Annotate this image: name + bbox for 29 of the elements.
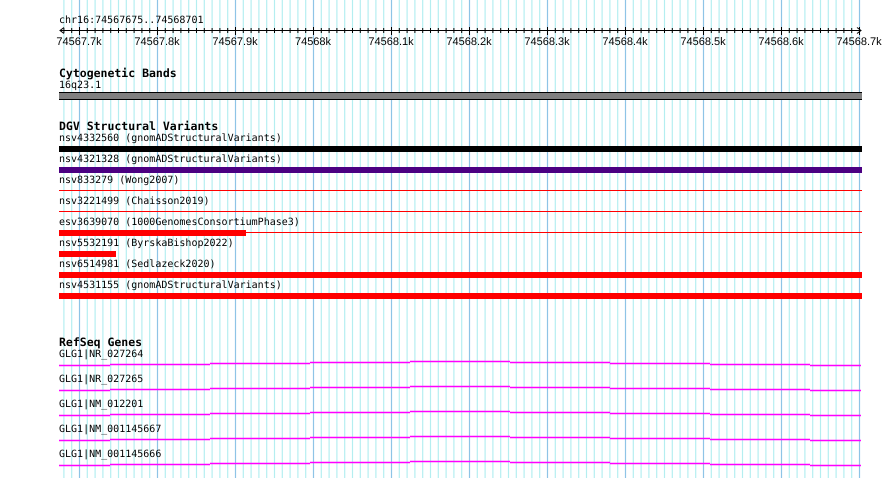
ruler-tick-label: 74567.9k [212, 36, 258, 48]
variant-label: nsv3221499 (Chaisson2019) [59, 196, 210, 208]
variant-label: nsv833279 (Wong2007) [59, 175, 180, 187]
ruler-tick-label: 74568.4k [602, 36, 648, 48]
band-label: 16q23.1 [59, 80, 102, 92]
variant-label: nsv4321328 (gnomADStructuralVariants) [59, 154, 282, 166]
ruler-tick-label: 74568.1k [368, 36, 414, 48]
gene-label: GLG1|NM_012201 [59, 399, 144, 410]
ruler-tick-label: 74568.7k [836, 36, 882, 48]
ruler-tick-label: 74568.6k [758, 36, 804, 48]
region-label: chr16:74567675..74568701 [59, 15, 204, 27]
track-title: RefSeq Genes [59, 336, 142, 349]
track-title: Cytogenetic Bands [59, 67, 177, 80]
ruler-tick-label: 74567.7k [56, 36, 102, 48]
ruler-tick-label: 74568.5k [680, 36, 726, 48]
variant-label: nsv6514981 (Sedlazeck2020) [59, 259, 216, 271]
gene-label: GLG1|NR_027265 [59, 374, 144, 385]
gene-label: GLG1|NM_001145666 [59, 449, 162, 460]
gene-label: GLG1|NM_001145667 [59, 424, 162, 435]
ruler-tick-label: 74568k [294, 36, 332, 48]
gene-label: GLG1|NR_027264 [59, 349, 144, 360]
ruler-tick-label: 74567.8k [134, 36, 180, 48]
ruler-tick-label: 74568.3k [524, 36, 570, 48]
variant-label: nsv4531155 (gnomADStructuralVariants) [59, 280, 282, 292]
variant-label: nsv4332560 (gnomADStructuralVariants) [59, 133, 282, 145]
track-title: DGV Structural Variants [59, 120, 218, 133]
variant-label: esv3639070 (1000GenomesConsortiumPhase3) [59, 217, 300, 229]
variant-label: nsv5532191 (ByrskaBishop2022) [59, 238, 234, 250]
ruler-tick-label: 74568.2k [446, 36, 492, 48]
